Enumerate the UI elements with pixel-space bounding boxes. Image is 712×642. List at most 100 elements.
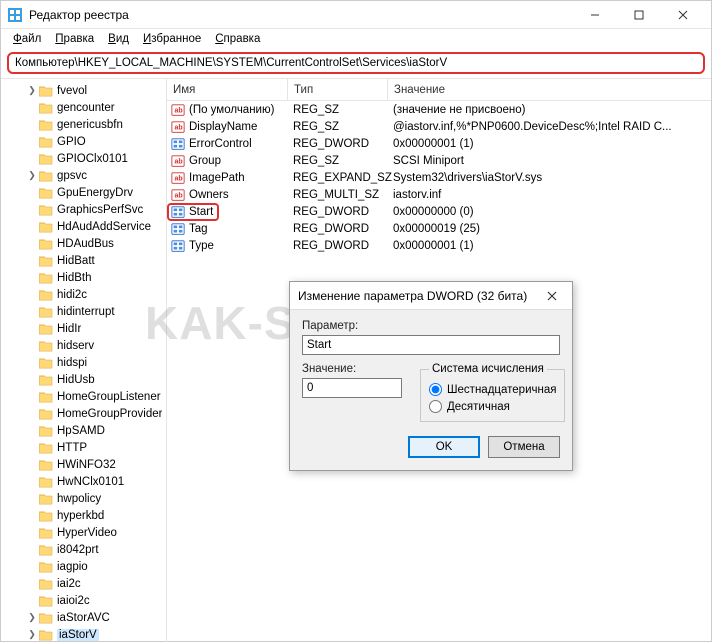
close-button[interactable] xyxy=(661,1,705,29)
list-row[interactable]: StartREG_DWORD0x00000000 (0) xyxy=(167,203,711,220)
folder-icon xyxy=(39,221,53,233)
param-label: Параметр: xyxy=(302,320,560,332)
tree-item[interactable]: HomeGroupListener xyxy=(1,388,166,405)
list-row[interactable]: (По умолчанию)REG_SZ(значение не присвое… xyxy=(167,101,711,118)
tree-item[interactable]: HdAudAddService xyxy=(1,218,166,235)
tree-item-label: HomeGroupListener xyxy=(57,391,161,403)
col-header-name[interactable]: Имя xyxy=(167,84,287,96)
tree-item[interactable]: gencounter xyxy=(1,99,166,116)
value-input[interactable] xyxy=(302,378,402,398)
tree-item[interactable]: hidi2c xyxy=(1,286,166,303)
radio-dec[interactable] xyxy=(429,400,442,413)
tree-item[interactable]: ❯iaStorAVC xyxy=(1,609,166,626)
list-row[interactable]: TypeREG_DWORD0x00000001 (1) xyxy=(167,237,711,254)
tree-item[interactable]: hyperkbd xyxy=(1,507,166,524)
titlebar: Редактор реестра xyxy=(1,1,711,29)
folder-icon xyxy=(39,136,53,148)
maximize-button[interactable] xyxy=(617,1,661,29)
radio-dec-row[interactable]: Десятичная xyxy=(429,400,556,413)
menu-item-0[interactable]: Файл xyxy=(7,31,47,47)
tree-item[interactable]: HpSAMD xyxy=(1,422,166,439)
tree-item-label: HidBth xyxy=(57,272,92,284)
radio-hex[interactable] xyxy=(429,383,442,396)
col-header-type[interactable]: Тип xyxy=(287,79,387,100)
chevron-right-icon[interactable]: ❯ xyxy=(27,612,37,622)
value-name: Type xyxy=(189,240,214,252)
list-row[interactable]: ErrorControlREG_DWORD0x00000001 (1) xyxy=(167,135,711,152)
tree-item[interactable]: HomeGroupProvider xyxy=(1,405,166,422)
tree-item[interactable]: iaioi2c xyxy=(1,592,166,609)
tree-item[interactable]: hwpolicy xyxy=(1,490,166,507)
tree-item[interactable]: HyperVideo xyxy=(1,524,166,541)
menu-item-2[interactable]: Вид xyxy=(102,31,135,47)
folder-icon xyxy=(39,289,53,301)
list-row[interactable]: ImagePathREG_EXPAND_SZSystem32\drivers\i… xyxy=(167,169,711,186)
dialog-close-button[interactable] xyxy=(532,282,572,310)
tree-item[interactable]: HidUsb xyxy=(1,371,166,388)
folder-icon xyxy=(39,357,53,369)
tree-item[interactable]: HidBatt xyxy=(1,252,166,269)
tree-item[interactable]: HwNClx0101 xyxy=(1,473,166,490)
folder-icon xyxy=(39,153,53,165)
tree-item-label: HyperVideo xyxy=(57,527,117,539)
tree-item[interactable]: hidserv xyxy=(1,337,166,354)
list-row[interactable]: TagREG_DWORD0x00000019 (25) xyxy=(167,220,711,237)
tree-item[interactable]: HTTP xyxy=(1,439,166,456)
chevron-right-icon[interactable]: ❯ xyxy=(27,629,37,639)
tree-item[interactable]: ❯gpsvc xyxy=(1,167,166,184)
list-header: Имя Тип Значение xyxy=(167,79,711,101)
menu-item-1[interactable]: Правка xyxy=(49,31,100,47)
value-icon xyxy=(171,171,185,185)
radio-hex-row[interactable]: Шестнадцатеричная xyxy=(429,383,556,396)
base-legend: Система исчисления xyxy=(429,363,547,375)
param-name-field[interactable] xyxy=(302,335,560,355)
address-bar[interactable]: Компьютер\HKEY_LOCAL_MACHINE\SYSTEM\Curr… xyxy=(7,52,705,74)
folder-icon xyxy=(39,408,53,420)
tree-item[interactable]: GpuEnergyDrv xyxy=(1,184,166,201)
chevron-right-icon[interactable]: ❯ xyxy=(27,170,37,180)
tree-item[interactable]: iai2c xyxy=(1,575,166,592)
tree-item-label: HdAudAddService xyxy=(57,221,151,233)
value-data: iastorv.inf xyxy=(387,189,711,201)
folder-icon xyxy=(39,306,53,318)
menu-item-4[interactable]: Справка xyxy=(209,31,266,47)
tree-item[interactable]: HDAudBus xyxy=(1,235,166,252)
value-type: REG_MULTI_SZ xyxy=(287,189,387,201)
tree-item[interactable]: GPIOClx0101 xyxy=(1,150,166,167)
cancel-button[interactable]: Отмена xyxy=(488,436,560,458)
tree-item-label: hwpolicy xyxy=(57,493,101,505)
tree-item[interactable]: ❯iaStorV xyxy=(1,626,166,642)
tree-item[interactable]: HidIr xyxy=(1,320,166,337)
tree-item[interactable]: HidBth xyxy=(1,269,166,286)
value-data: 0x00000001 (1) xyxy=(387,240,711,252)
folder-icon xyxy=(39,204,53,216)
list-row[interactable]: DisplayNameREG_SZ@iastorv.inf,%*PNP0600.… xyxy=(167,118,711,135)
value-icon xyxy=(171,188,185,202)
value-name: Start xyxy=(189,206,213,218)
chevron-right-icon[interactable]: ❯ xyxy=(27,85,37,95)
list-row[interactable]: GroupREG_SZSCSI Miniport xyxy=(167,152,711,169)
tree-item-label: GraphicsPerfSvc xyxy=(57,204,143,216)
folder-icon xyxy=(39,323,53,335)
tree-item[interactable]: GPIO xyxy=(1,133,166,150)
tree-item[interactable]: genericusbfn xyxy=(1,116,166,133)
folder-icon xyxy=(39,255,53,267)
tree-item[interactable]: ❯fvevol xyxy=(1,82,166,99)
tree-item[interactable]: iagpio xyxy=(1,558,166,575)
value-icon xyxy=(171,154,185,168)
folder-icon xyxy=(39,119,53,131)
minimize-button[interactable] xyxy=(573,1,617,29)
tree-item-label: GPIO xyxy=(57,136,86,148)
list-row[interactable]: OwnersREG_MULTI_SZiastorv.inf xyxy=(167,186,711,203)
tree-view[interactable]: ❯fvevolgencountergenericusbfn GPIO GPIOClx… xyxy=(1,79,167,642)
menu-item-3[interactable]: Избранное xyxy=(137,31,207,47)
tree-item[interactable]: GraphicsPerfSvc xyxy=(1,201,166,218)
tree-item[interactable]: hidinterrupt xyxy=(1,303,166,320)
tree-item[interactable]: HWiNFO32 xyxy=(1,456,166,473)
tree-item[interactable]: hidspi xyxy=(1,354,166,371)
col-header-data[interactable]: Значение xyxy=(387,79,711,100)
folder-icon xyxy=(39,544,53,556)
value-label: Значение: xyxy=(302,363,402,375)
ok-button[interactable]: OK xyxy=(408,436,480,458)
tree-item[interactable]: i8042prt xyxy=(1,541,166,558)
